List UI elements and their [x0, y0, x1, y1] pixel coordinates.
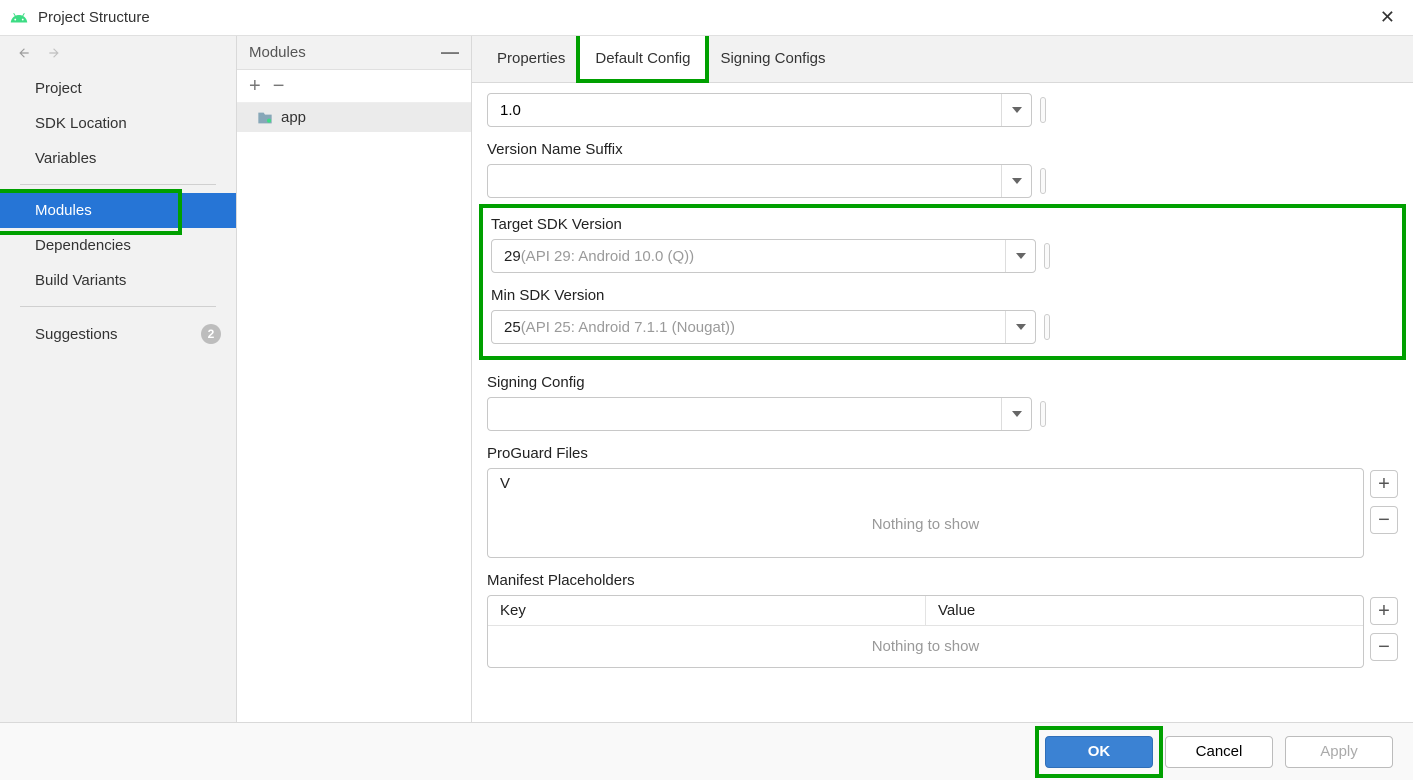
field-proguard: ProGuard Files V Nothing to show + − [487, 445, 1398, 558]
sidebar-item-variables[interactable]: Variables [0, 141, 236, 176]
manifest-key-header: Key [488, 596, 926, 625]
module-name: app [281, 109, 306, 126]
modules-title: Modules [249, 44, 306, 61]
module-item-app[interactable]: app [237, 103, 471, 132]
manifest-remove-button[interactable]: − [1370, 633, 1398, 661]
tabs: Properties Default Config Signing Config… [472, 36, 1413, 83]
sidebar-item-modules[interactable]: Modules [0, 193, 236, 228]
field-target-sdk: Target SDK Version 29 (API 29: Android 1… [491, 216, 1394, 273]
tab-default-config[interactable]: Default Config [580, 36, 705, 82]
ok-button[interactable]: OK [1045, 736, 1153, 768]
chevron-down-icon[interactable] [1001, 94, 1031, 126]
sidebar-item-project[interactable]: Project [0, 71, 236, 106]
form-area: Version Name Suffix Target SDK Version [472, 83, 1413, 722]
field-label: Version Name Suffix [487, 141, 1398, 158]
target-sdk-combo[interactable]: 29 (API 29: Android 10.0 (Q)) [491, 239, 1036, 273]
manifest-table-header: Key Value [488, 596, 1363, 626]
sidebar-item-label: Modules [35, 202, 92, 219]
android-icon [10, 9, 28, 27]
proguard-listbox[interactable]: V Nothing to show [487, 468, 1364, 558]
nav-buttons [0, 36, 236, 71]
reset-handle[interactable] [1040, 97, 1046, 123]
tab-properties[interactable]: Properties [482, 36, 580, 82]
field-signing-config: Signing Config [487, 374, 1398, 431]
chevron-down-icon[interactable] [1005, 240, 1035, 272]
close-icon[interactable]: ✕ [1372, 3, 1403, 32]
field-label: Signing Config [487, 374, 1398, 391]
sidebar: Project SDK Location Variables Modules D… [0, 36, 237, 722]
modules-toolbar: + − [237, 70, 471, 103]
field-version-name-suffix: Version Name Suffix [487, 141, 1398, 198]
chevron-down-icon[interactable] [1005, 311, 1035, 343]
field-label: Min SDK Version [491, 287, 1394, 304]
field-label: Target SDK Version [491, 216, 1394, 233]
reset-handle[interactable] [1040, 168, 1046, 194]
signing-config-combo[interactable] [487, 397, 1032, 431]
min-sdk-combo[interactable]: 25 (API 25: Android 7.1.1 (Nougat)) [491, 310, 1036, 344]
sidebar-item-label: SDK Location [35, 115, 127, 132]
sidebar-item-sdk-location[interactable]: SDK Location [0, 106, 236, 141]
ok-highlight: OK [1045, 736, 1153, 768]
field-manifest-placeholders: Manifest Placeholders Key Value Nothing … [487, 572, 1398, 668]
sidebar-item-label: Variables [35, 150, 96, 167]
content-area: Properties Default Config Signing Config… [472, 36, 1413, 722]
chevron-down-icon[interactable] [1001, 165, 1031, 197]
titlebar: Project Structure ✕ [0, 0, 1413, 35]
version-combo[interactable] [487, 93, 1032, 127]
version-input[interactable] [488, 94, 1001, 126]
suggestions-badge: 2 [201, 324, 221, 344]
sdk-highlight-block: Target SDK Version 29 (API 29: Android 1… [479, 204, 1406, 360]
field-label: ProGuard Files [487, 445, 1398, 462]
sidebar-item-label: Dependencies [35, 237, 131, 254]
sidebar-item-suggestions[interactable]: Suggestions 2 [0, 315, 236, 353]
proguard-remove-button[interactable]: − [1370, 506, 1398, 534]
signing-config-input[interactable] [488, 398, 1001, 430]
proguard-add-button[interactable]: + [1370, 470, 1398, 498]
divider [20, 184, 216, 185]
reset-handle[interactable] [1044, 243, 1050, 269]
forward-icon[interactable] [45, 46, 63, 63]
reset-handle[interactable] [1044, 314, 1050, 340]
tab-signing-configs[interactable]: Signing Configs [705, 36, 840, 82]
chevron-down-icon[interactable] [1001, 398, 1031, 430]
manifest-add-button[interactable]: + [1370, 597, 1398, 625]
sidebar-item-label: Suggestions [35, 326, 118, 343]
divider [20, 306, 216, 307]
version-name-suffix-input[interactable] [488, 165, 1001, 197]
folder-icon [257, 111, 273, 125]
manifest-tablebox[interactable]: Key Value Nothing to show [487, 595, 1364, 668]
version-name-suffix-combo[interactable] [487, 164, 1032, 198]
modules-list: app [237, 103, 471, 722]
field-label: Manifest Placeholders [487, 572, 1398, 589]
sidebar-item-label: Build Variants [35, 272, 126, 289]
sidebar-item-dependencies[interactable]: Dependencies [0, 228, 236, 263]
remove-module-icon[interactable]: − [273, 76, 285, 96]
reset-handle[interactable] [1040, 401, 1046, 427]
sidebar-item-build-variants[interactable]: Build Variants [0, 263, 236, 298]
sidebar-item-label: Project [35, 80, 82, 97]
modules-header: Modules — [237, 36, 471, 70]
minimize-icon[interactable]: — [441, 42, 459, 63]
manifest-empty: Nothing to show [488, 626, 1363, 667]
field-min-sdk: Min SDK Version 25 (API 25: Android 7.1.… [491, 287, 1394, 344]
window-title: Project Structure [38, 9, 150, 26]
proguard-empty: Nothing to show [488, 498, 1363, 551]
apply-button[interactable]: Apply [1285, 736, 1393, 768]
footer: OK Cancel Apply [0, 722, 1413, 780]
proguard-header: V [488, 469, 1363, 498]
add-module-icon[interactable]: + [249, 76, 261, 96]
manifest-value-header: Value [926, 596, 1363, 625]
back-icon[interactable] [15, 46, 33, 63]
modules-column: Modules — + − app [237, 36, 472, 722]
field-version [487, 93, 1398, 127]
cancel-button[interactable]: Cancel [1165, 736, 1273, 768]
